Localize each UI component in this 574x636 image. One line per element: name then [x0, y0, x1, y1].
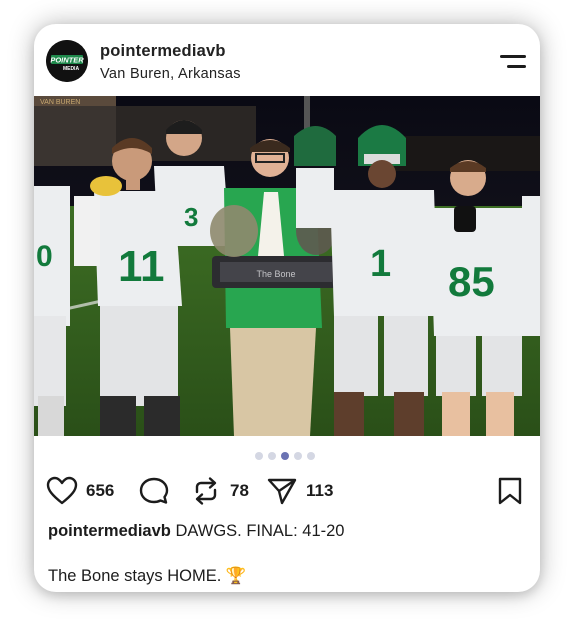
- post-author[interactable]: pointermediavb: [100, 42, 226, 61]
- svg-text:3: 3: [184, 202, 198, 232]
- bookmark-icon: [498, 477, 522, 505]
- post-photo[interactable]: VAN BUREN 0 11 3 The Bone 1 85: [34, 96, 540, 436]
- menu-icon[interactable]: [498, 52, 528, 72]
- caption-line2-text: The Bone stays HOME.: [48, 567, 222, 585]
- pointer-media-logo: POINTER MEDIA: [46, 40, 88, 82]
- action-bar: 656 78 113: [34, 472, 540, 508]
- carousel-dot[interactable]: [255, 452, 263, 460]
- jersey-number: 11: [118, 242, 165, 291]
- post-header: POINTER MEDIA pointermediavb Van Buren, …: [34, 24, 540, 96]
- share-icon: [267, 478, 297, 505]
- share-button[interactable]: 113: [266, 476, 333, 506]
- svg-text:MEDIA: MEDIA: [63, 66, 80, 72]
- repost-count: 78: [230, 481, 249, 500]
- carousel-dot[interactable]: [294, 452, 302, 460]
- like-count: 656: [86, 481, 115, 500]
- carousel-dot[interactable]: [307, 452, 315, 460]
- jersey-number: 1: [370, 243, 391, 285]
- comment-button[interactable]: [138, 476, 170, 506]
- post-caption-line2: The Bone stays HOME. 🏆: [48, 567, 246, 586]
- share-count: 113: [306, 481, 334, 500]
- carousel-dot-active[interactable]: [281, 452, 289, 460]
- caption-author[interactable]: pointermediavb: [48, 522, 171, 540]
- carousel-dot[interactable]: [268, 452, 276, 460]
- post-caption: pointermediavb DAWGS. FINAL: 41-20: [48, 522, 344, 541]
- repost-button[interactable]: 78: [190, 476, 249, 506]
- heart-icon: [46, 476, 78, 505]
- svg-text:0: 0: [36, 240, 53, 273]
- trophy-plaque: The Bone: [256, 269, 295, 279]
- avatar[interactable]: POINTER MEDIA: [46, 40, 88, 82]
- stadium-sign: VAN BUREN: [40, 99, 80, 106]
- repost-icon: [195, 477, 217, 505]
- jersey-number: 85: [448, 258, 495, 305]
- svg-text:POINTER: POINTER: [50, 56, 84, 65]
- post-location[interactable]: Van Buren, Arkansas: [100, 66, 241, 82]
- post-card: POINTER MEDIA pointermediavb Van Buren, …: [34, 24, 540, 592]
- bookmark-button[interactable]: [496, 476, 524, 506]
- trophy-emoji: 🏆: [225, 567, 247, 585]
- like-button[interactable]: 656: [46, 476, 114, 506]
- comment-icon: [139, 477, 169, 504]
- caption-text: DAWGS. FINAL: 41-20: [175, 522, 345, 540]
- football-team-photo: VAN BUREN 0 11 3 The Bone 1 85: [34, 96, 540, 436]
